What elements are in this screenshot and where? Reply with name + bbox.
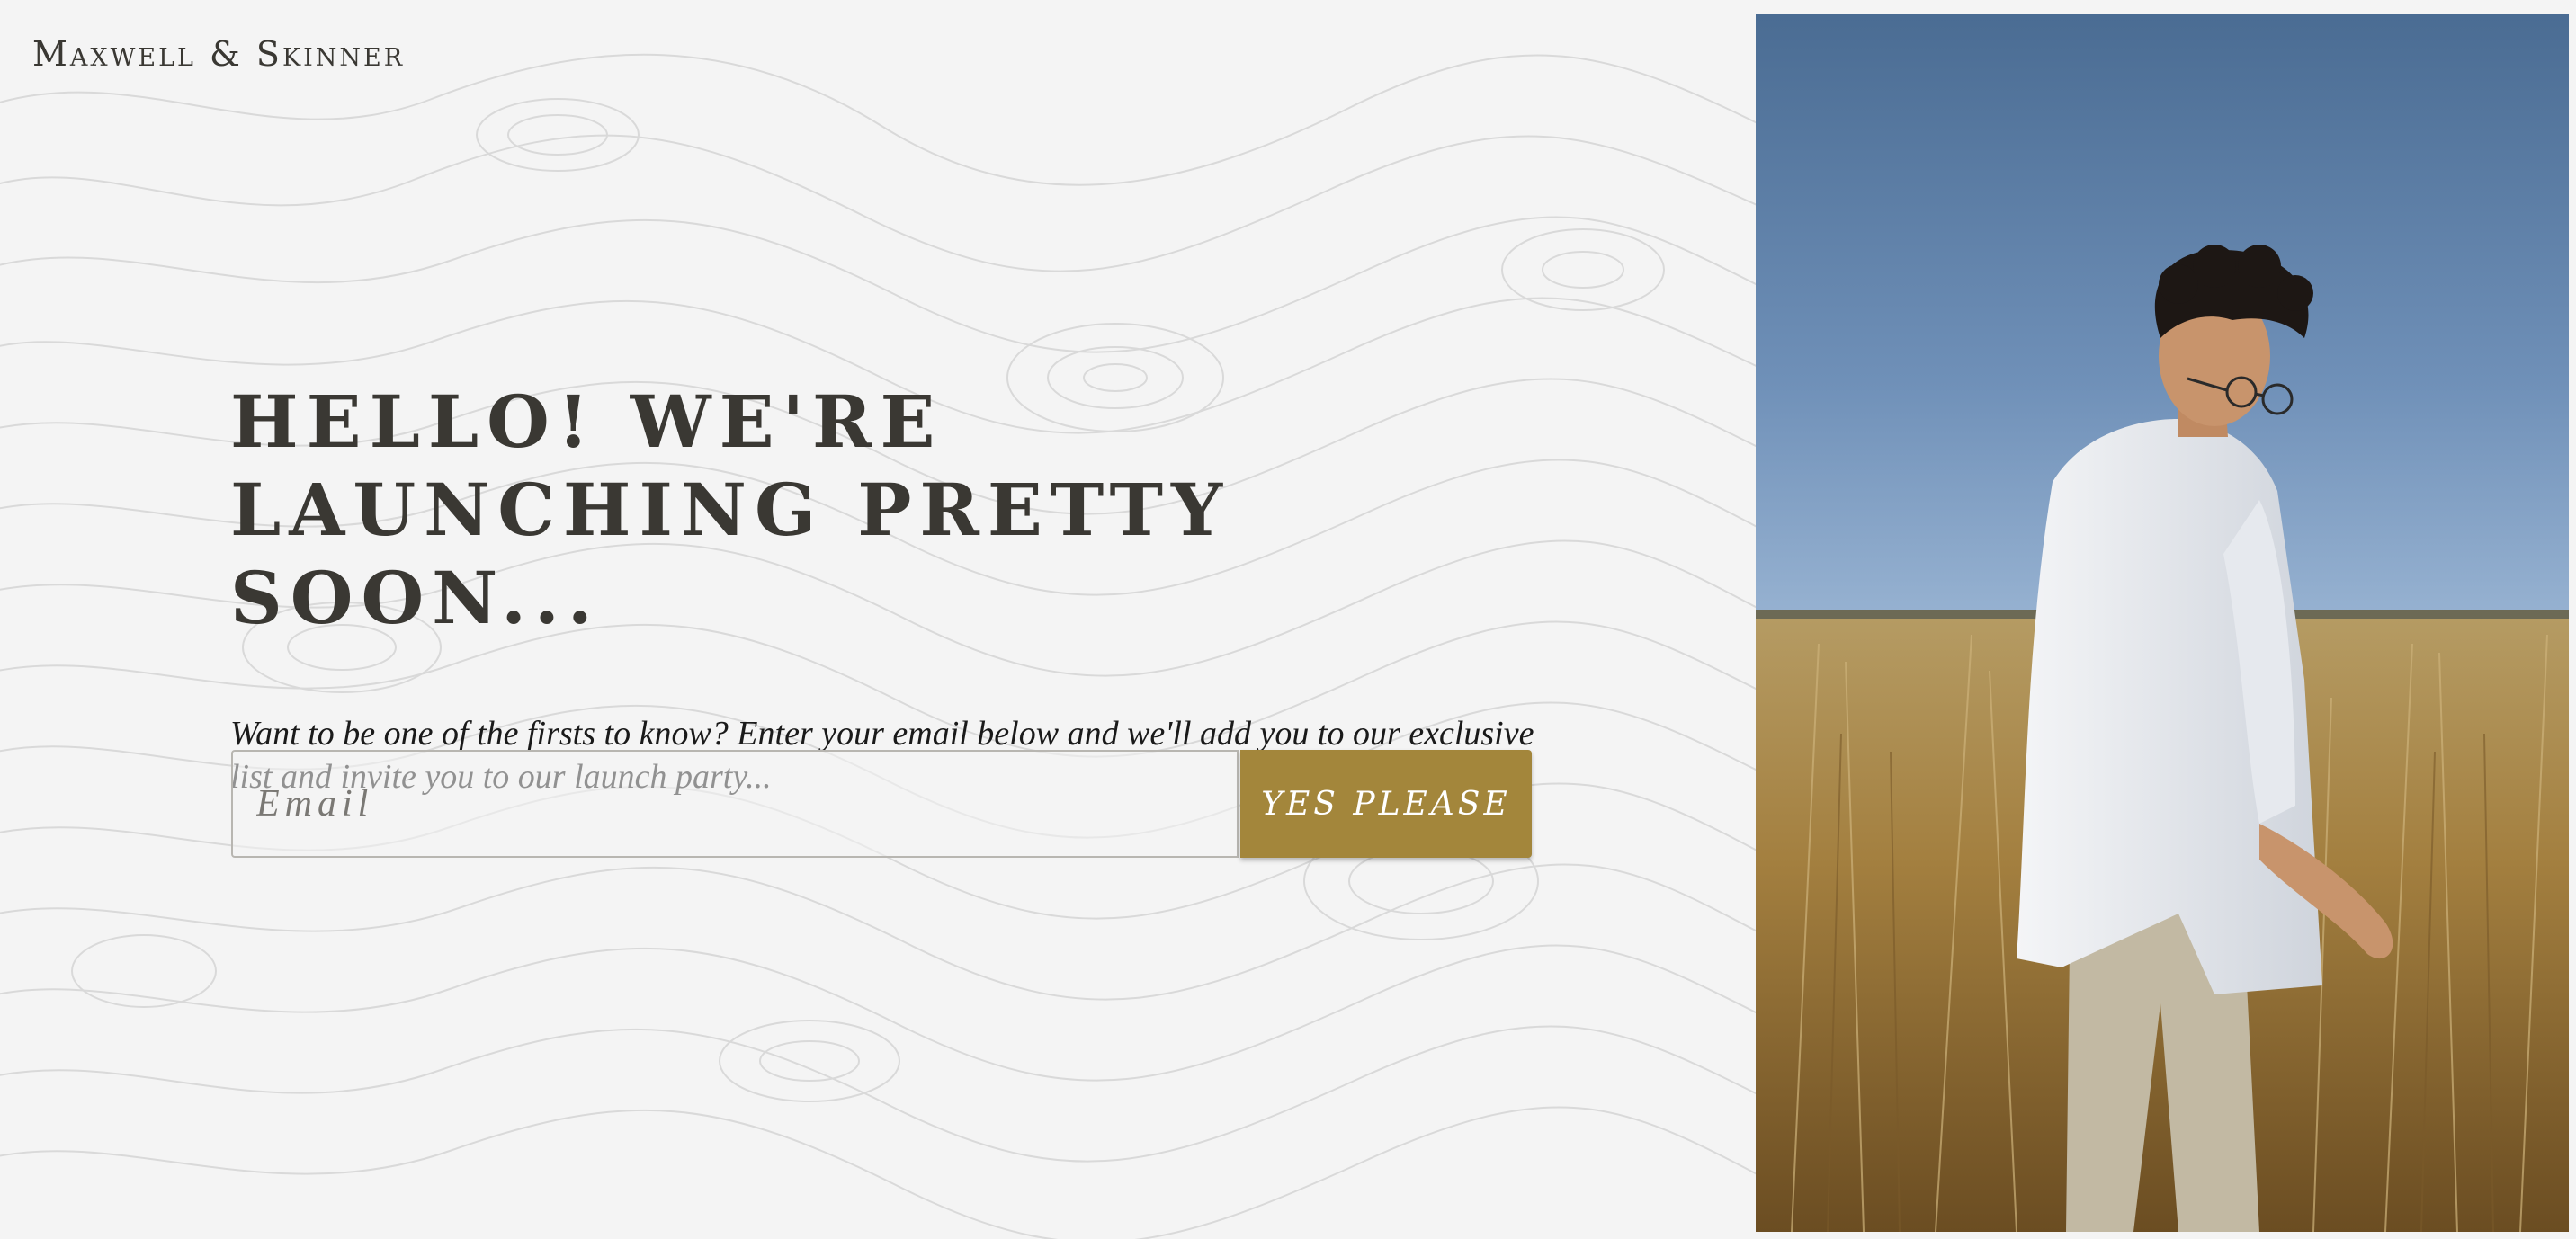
hero-section: Hello! We're launching pretty soon... Wa… xyxy=(230,378,1597,798)
yes-please-button[interactable]: Yes Please xyxy=(1240,750,1532,858)
hero-photo xyxy=(1756,14,2569,1232)
right-edge-strip xyxy=(2569,0,2576,1239)
hero-title: Hello! We're launching pretty soon... xyxy=(230,379,1231,640)
email-input[interactable] xyxy=(231,750,1239,858)
field-photo-image xyxy=(1756,14,2569,1232)
landing-left-panel: Maxwell & Skinner Hello! We're launching… xyxy=(0,0,1756,1239)
brand-logo[interactable]: Maxwell & Skinner xyxy=(32,34,405,74)
email-signup-form: Yes Please xyxy=(231,750,1532,858)
